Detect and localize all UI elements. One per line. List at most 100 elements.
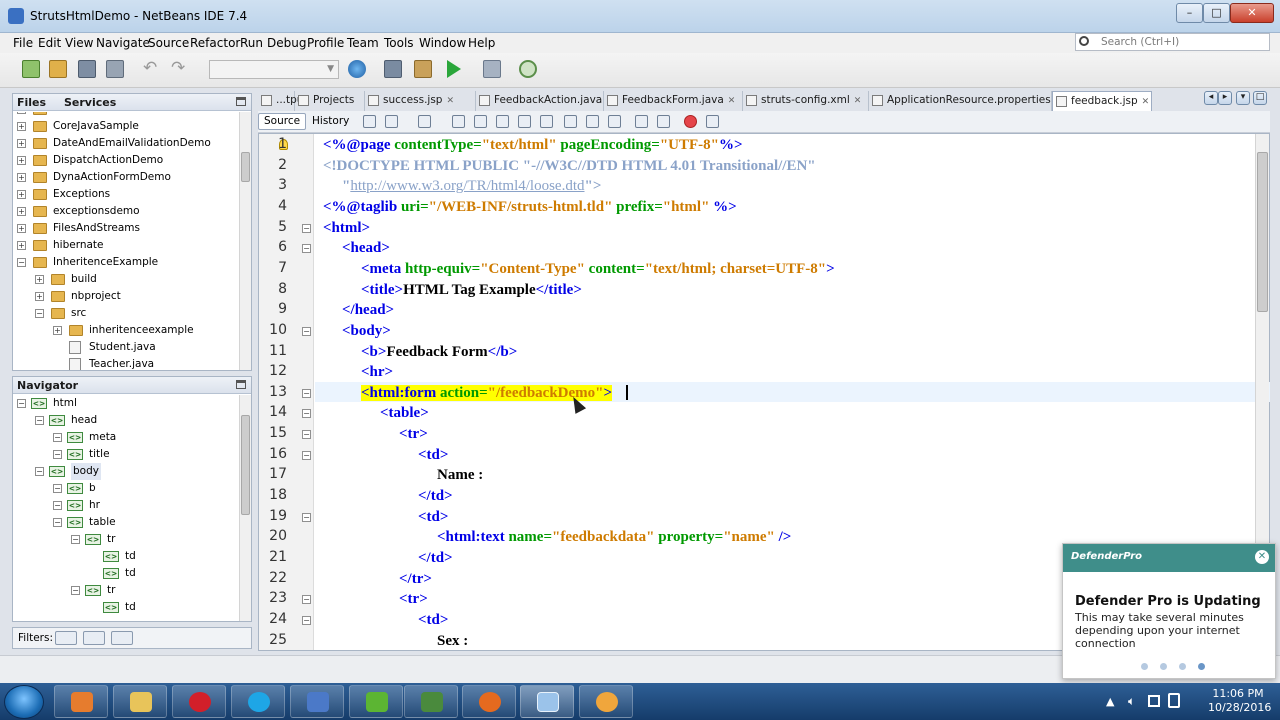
- expand-icon[interactable]: +: [17, 190, 26, 199]
- search-input[interactable]: Search (Ctrl+I): [1075, 33, 1270, 51]
- collapse-icon[interactable]: −: [53, 450, 62, 459]
- action-center-icon[interactable]: [1168, 693, 1180, 708]
- menu-window[interactable]: Window: [419, 36, 466, 50]
- maximize-button[interactable]: □: [1203, 3, 1230, 23]
- code-line[interactable]: </td>: [418, 548, 453, 568]
- expand-icon[interactable]: +: [17, 122, 26, 131]
- editor-tab[interactable]: feedback.jsp ✕: [1052, 91, 1152, 111]
- expand-icon[interactable]: +: [35, 292, 44, 301]
- minimize-panel-icon[interactable]: [236, 380, 246, 389]
- code-line[interactable]: Name :: [437, 465, 483, 485]
- code-line[interactable]: <%@page contentType="text/html" pageEnco…: [323, 135, 743, 155]
- last-edit-icon[interactable]: [363, 115, 376, 128]
- menu-profile[interactable]: Profile: [307, 36, 344, 50]
- previous-bookmark-icon[interactable]: [564, 115, 577, 128]
- expand-icon[interactable]: +: [17, 139, 26, 148]
- volume-icon[interactable]: 🔈︎: [1128, 694, 1135, 709]
- shift-left-icon[interactable]: [635, 115, 648, 128]
- collapse-icon[interactable]: −: [35, 416, 44, 425]
- close-project-icon[interactable]: [106, 60, 124, 78]
- configuration-dropdown[interactable]: ▼: [209, 60, 339, 79]
- menu-help[interactable]: Help: [468, 36, 495, 50]
- run-icon[interactable]: [447, 60, 461, 78]
- find-next-icon[interactable]: [496, 115, 509, 128]
- menu-view[interactable]: View: [65, 36, 93, 50]
- collapse-icon[interactable]: −: [53, 433, 62, 442]
- taskbar-skype[interactable]: [231, 685, 285, 718]
- menu-navigate[interactable]: Navigate: [96, 36, 150, 50]
- code-line[interactable]: <td>: [418, 610, 448, 630]
- start-button[interactable]: [4, 685, 44, 719]
- code-line[interactable]: </td>: [418, 486, 453, 506]
- editor-tab[interactable]: ApplicationResource.properties✕: [869, 91, 1052, 125]
- code-line[interactable]: <html>: [323, 218, 370, 238]
- shift-right-icon[interactable]: [657, 115, 670, 128]
- expand-icon[interactable]: +: [17, 224, 26, 233]
- code-fold-icon[interactable]: −: [302, 430, 311, 440]
- code-fold-icon[interactable]: −: [302, 450, 311, 460]
- collapse-icon[interactable]: −: [17, 258, 26, 267]
- hammer-icon[interactable]: [384, 60, 402, 78]
- menu-edit[interactable]: Edit: [38, 36, 61, 50]
- close-tab-icon[interactable]: ✕: [854, 92, 862, 111]
- scrollbar-thumb[interactable]: [1257, 152, 1268, 312]
- defender-notification[interactable]: DefenderPro ✕ Defender Pro is Updating T…: [1062, 543, 1276, 679]
- expand-icon[interactable]: +: [17, 241, 26, 250]
- code-line[interactable]: <head>: [342, 238, 390, 258]
- expand-icon[interactable]: +: [17, 112, 26, 114]
- code-fold-icon[interactable]: −: [302, 615, 311, 625]
- clock[interactable]: 11:06 PM 10/28/2016: [1208, 687, 1271, 715]
- taskbar-utorrent[interactable]: [349, 685, 403, 718]
- expand-icon[interactable]: +: [17, 207, 26, 216]
- history-view-button[interactable]: History: [306, 113, 355, 130]
- code-line[interactable]: <table>: [380, 403, 429, 423]
- record-macro-icon[interactable]: [684, 115, 697, 128]
- code-line[interactable]: <td>: [418, 445, 448, 465]
- minimize-button[interactable]: –: [1176, 3, 1203, 23]
- code-line[interactable]: <meta http-equiv="Content-Type" content=…: [361, 259, 835, 279]
- code-line[interactable]: Sex :: [437, 631, 468, 651]
- code-line[interactable]: <tr>: [399, 589, 428, 609]
- code-line[interactable]: "http://www.w3.org/TR/html4/loose.dtd">: [342, 176, 601, 196]
- editor-tab[interactable]: FeedbackForm.java ✕: [604, 91, 743, 111]
- source-view-button[interactable]: Source: [258, 113, 307, 130]
- find-icon[interactable]: [452, 115, 465, 128]
- code-fold-icon[interactable]: −: [302, 244, 311, 254]
- code-fold-icon[interactable]: −: [302, 326, 311, 336]
- network-icon[interactable]: [1148, 695, 1160, 707]
- expand-icon[interactable]: +: [17, 173, 26, 182]
- editor-tab[interactable]: Projects✕: [295, 91, 365, 125]
- scrollbar-thumb[interactable]: [241, 415, 250, 515]
- taskbar-file-explorer[interactable]: [113, 685, 167, 718]
- profile-icon[interactable]: [519, 60, 537, 78]
- code-fold-icon[interactable]: −: [302, 409, 311, 419]
- collapse-icon[interactable]: −: [53, 484, 62, 493]
- clean-build-icon[interactable]: [414, 60, 432, 78]
- toggle-highlight-icon[interactable]: [518, 115, 531, 128]
- code-line[interactable]: <html:text name="feedbackdata" property=…: [437, 527, 791, 547]
- tab-files[interactable]: Files: [17, 96, 46, 109]
- globe-icon[interactable]: [348, 60, 366, 78]
- undo-icon[interactable]: ↶: [143, 60, 161, 78]
- collapse-icon[interactable]: −: [53, 501, 62, 510]
- code-fold-icon[interactable]: −: [302, 595, 311, 605]
- taskbar-defender[interactable]: [404, 685, 458, 718]
- collapse-icon[interactable]: −: [71, 586, 80, 595]
- scrollbar-thumb[interactable]: [241, 152, 250, 182]
- new-file-icon[interactable]: [22, 60, 40, 78]
- collapse-icon[interactable]: −: [35, 467, 44, 476]
- code-line[interactable]: </tr>: [399, 569, 432, 589]
- menu-refactor[interactable]: Refactor: [190, 36, 240, 50]
- code-line[interactable]: <body>: [342, 321, 391, 341]
- filter-button[interactable]: [111, 631, 133, 645]
- menu-debug[interactable]: Debug: [267, 36, 306, 50]
- navigator-scrollbar[interactable]: [239, 395, 251, 621]
- taskbar-netbeans[interactable]: [520, 685, 574, 718]
- expand-icon[interactable]: +: [53, 326, 62, 335]
- back-icon[interactable]: [385, 115, 398, 128]
- files-scrollbar[interactable]: [239, 112, 251, 370]
- collapse-icon[interactable]: −: [53, 518, 62, 527]
- menu-tools[interactable]: Tools: [384, 36, 414, 50]
- close-tab-icon[interactable]: ✕: [1142, 93, 1150, 112]
- code-line[interactable]: </head>: [342, 300, 394, 320]
